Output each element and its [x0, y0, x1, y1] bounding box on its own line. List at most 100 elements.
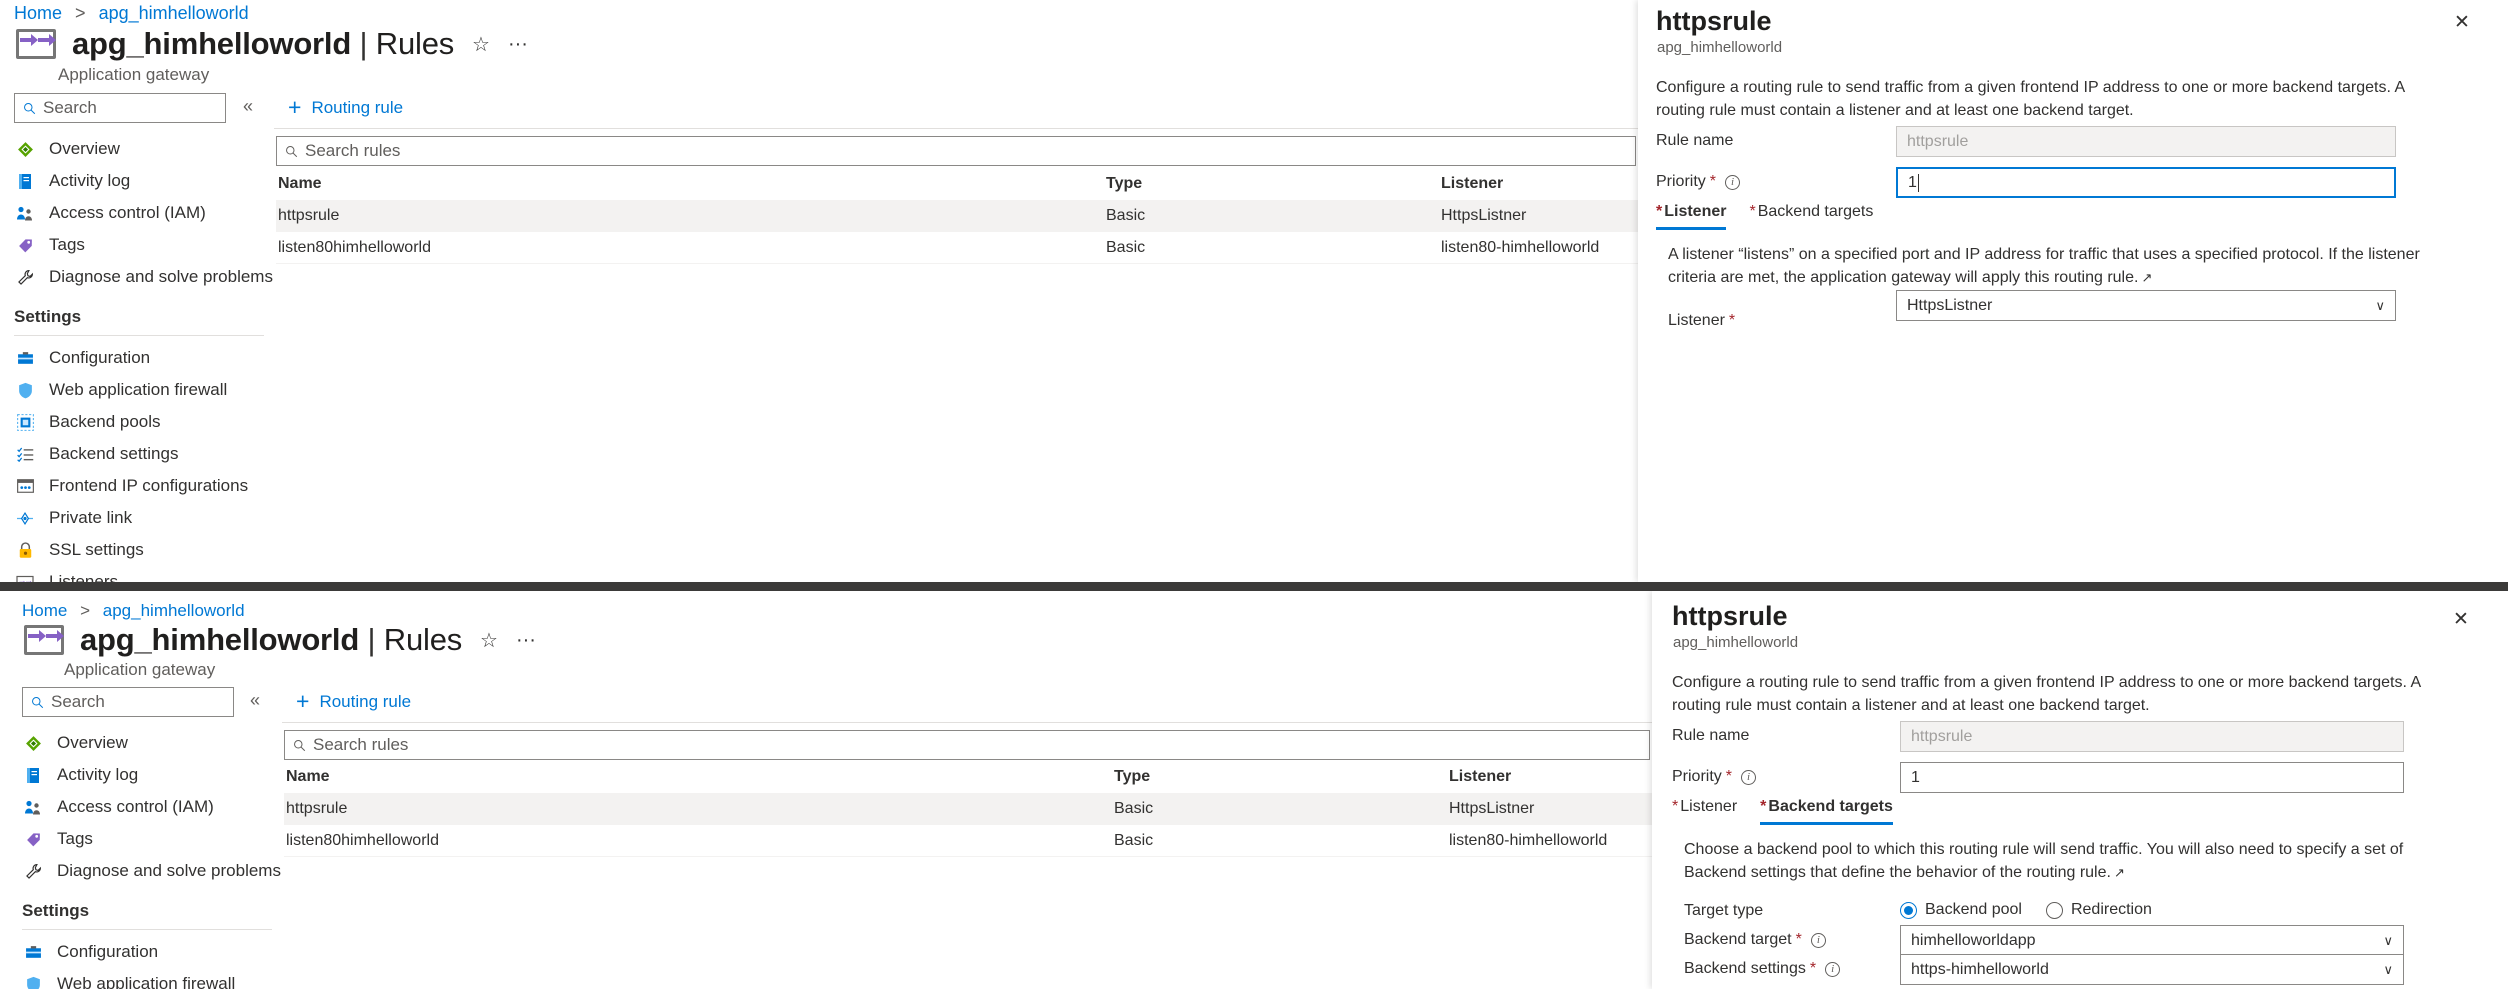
rule-name-label: Rule name — [1656, 132, 1733, 150]
sidebar-item-backend-pools[interactable]: Backend pools — [14, 406, 264, 438]
sidebar-item-diagnose[interactable]: Diagnose and solve problems — [22, 855, 281, 887]
backend-target-select[interactable]: himhelloworldapp ∨ — [1900, 925, 2404, 956]
priority-input[interactable]: 1 — [1900, 762, 2404, 793]
info-icon[interactable]: i — [1725, 174, 1741, 190]
cell-type: Basic — [1106, 206, 1146, 224]
info-icon[interactable]: i — [1741, 769, 1757, 785]
collapse-nav-button[interactable]: « — [250, 690, 260, 711]
collapse-nav-button[interactable]: « — [243, 96, 253, 117]
priority-label: Priority * i — [1656, 173, 1741, 191]
sidebar-item-ssl-settings[interactable]: SSL settings — [14, 534, 264, 566]
column-header-name[interactable]: Name — [284, 768, 1114, 786]
sidebar-item-overview[interactable]: Overview — [22, 727, 272, 759]
page-title: apg_himhelloworld | Rules — [80, 622, 462, 658]
add-routing-rule-button[interactable]: + Routing rule — [296, 690, 411, 713]
search-rules-input[interactable]: Search rules — [276, 136, 1636, 166]
column-header-name[interactable]: Name — [276, 175, 1106, 193]
search-rules-input[interactable]: Search rules — [284, 730, 1650, 760]
tab-backend-targets[interactable]: * Backend targets — [1760, 798, 1893, 825]
table-row[interactable]: httpsrule Basic HttpsListner — [276, 200, 1638, 232]
sidebar-item-tags[interactable]: Tags — [22, 823, 272, 855]
backend-settings-icon — [14, 444, 36, 464]
breadcrumb-resource[interactable]: apg_himhelloworld — [103, 601, 245, 620]
sidebar-item-configuration[interactable]: Configuration — [22, 936, 272, 968]
sidebar-item-backend-settings[interactable]: Backend settings — [14, 438, 264, 470]
table-row[interactable]: listen80himhelloworld Basic listen80-him… — [284, 825, 1652, 857]
rule-name-input[interactable]: httpsrule — [1896, 126, 2396, 157]
priority-input[interactable]: 1 — [1896, 167, 2396, 198]
close-icon[interactable]: ✕ — [2447, 605, 2475, 633]
page-title-row: apg_himhelloworld | Rules ☆ ··· — [14, 26, 528, 62]
tab-listener[interactable]: * Listener — [1656, 203, 1727, 230]
external-link-icon[interactable]: ↗ — [2114, 865, 2125, 880]
nav-search-input[interactable]: Search — [22, 687, 234, 717]
radio-option-backend-pool[interactable]: Backend pool — [1900, 901, 2022, 919]
required-marker: * — [1672, 798, 1679, 815]
sidebar-item-label: Activity log — [49, 171, 131, 190]
radio-option-redirection[interactable]: Redirection — [2045, 901, 2152, 919]
more-options-icon[interactable]: ··· — [508, 33, 528, 56]
sidebar-item-web-application-firewall[interactable]: Web application firewall — [14, 374, 264, 406]
column-header-type[interactable]: Type — [1106, 175, 1441, 193]
info-icon[interactable]: i — [1825, 961, 1841, 977]
sidebar-item-label: Access control (IAM) — [49, 203, 206, 222]
rule-name-input[interactable]: httpsrule — [1900, 721, 2404, 752]
page-title-separator: | — [359, 26, 368, 61]
sidebar-item-label: SSL settings — [49, 540, 144, 559]
column-header-listener[interactable]: Listener — [1449, 768, 1652, 786]
page-title: apg_himhelloworld | Rules — [72, 26, 454, 62]
priority-value: 1 — [1911, 768, 1920, 786]
cell-type: Basic — [1114, 831, 1154, 849]
add-routing-rule-button[interactable]: + Routing rule — [288, 96, 403, 119]
required-marker: * — [1656, 203, 1663, 220]
sidebar-item-configuration[interactable]: Configuration — [14, 342, 264, 374]
page-title-section: Rules — [383, 622, 463, 657]
sidebar-item-tags[interactable]: Tags — [14, 229, 264, 261]
radio-redirection[interactable] — [2045, 901, 2063, 919]
sidebar-item-overview[interactable]: Overview — [14, 133, 264, 165]
cell-name: httpsrule — [278, 206, 340, 224]
breadcrumb-home[interactable]: Home — [14, 3, 62, 23]
radio-backend-pool[interactable] — [1900, 901, 1917, 919]
breadcrumb-resource[interactable]: apg_himhelloworld — [99, 3, 249, 23]
backend-target-value: himhelloworldapp — [1911, 931, 2036, 949]
sidebar-item-diagnose[interactable]: Diagnose and solve problems — [14, 261, 273, 293]
backend-settings-select[interactable]: https-himhelloworld ∨ — [1900, 954, 2404, 985]
sidebar-item-frontend-ip-configurations[interactable]: Frontend IP configurations — [14, 470, 264, 502]
sidebar-item-label: Configuration — [57, 942, 159, 961]
column-header-listener[interactable]: Listener — [1441, 175, 1638, 193]
listener-select[interactable]: HttpsListner ∨ — [1896, 290, 2396, 321]
column-header-type[interactable]: Type — [1114, 768, 1449, 786]
diagnose-icon — [14, 267, 36, 287]
sidebar-item-access-control[interactable]: Access control (IAM) — [14, 197, 264, 229]
table-row[interactable]: listen80himhelloworld Basic listen80-him… — [276, 232, 1638, 264]
external-link-icon[interactable]: ↗ — [2141, 270, 2152, 285]
close-icon[interactable]: ✕ — [2448, 8, 2476, 36]
sidebar-item-listeners[interactable]: Listeners — [14, 566, 264, 582]
favorite-star-icon[interactable]: ☆ — [472, 32, 490, 57]
sidebar-item-activity-log[interactable]: Activity log — [22, 759, 272, 791]
sidebar-item-access-control[interactable]: Access control (IAM) — [22, 791, 272, 823]
sidebar-item-web-application-firewall[interactable]: Web application firewall — [22, 968, 272, 989]
info-icon[interactable]: i — [1810, 932, 1826, 948]
screenshot-panel-top: Home > apg_himhelloworld apg_himhellowor… — [0, 0, 2508, 582]
toolbar-divider — [282, 722, 1652, 723]
tab-backend-targets[interactable]: * Backend targets — [1749, 203, 1873, 230]
shield-icon — [14, 380, 36, 400]
lock-icon — [14, 540, 36, 560]
breadcrumb-home[interactable]: Home — [22, 601, 67, 620]
search-icon — [24, 102, 36, 114]
nav-search-input[interactable]: Search — [14, 93, 226, 123]
sidebar-item-label: Configuration — [49, 348, 151, 367]
favorite-star-icon[interactable]: ☆ — [480, 628, 498, 653]
listener-field-label: Listener * — [1668, 312, 1735, 330]
cell-type: Basic — [1114, 799, 1154, 817]
sidebar-item-activity-log[interactable]: Activity log — [14, 165, 264, 197]
more-options-icon[interactable]: ··· — [516, 629, 536, 652]
nav-search-placeholder: Search — [43, 98, 97, 117]
table-row[interactable]: httpsrule Basic HttpsListner — [284, 793, 1652, 825]
sidebar-item-private-link[interactable]: Private link — [14, 502, 264, 534]
priority-label-text: Priority — [1672, 768, 1722, 785]
backend-settings-label-text: Backend settings — [1684, 960, 1806, 977]
tab-listener[interactable]: * Listener — [1672, 798, 1737, 825]
